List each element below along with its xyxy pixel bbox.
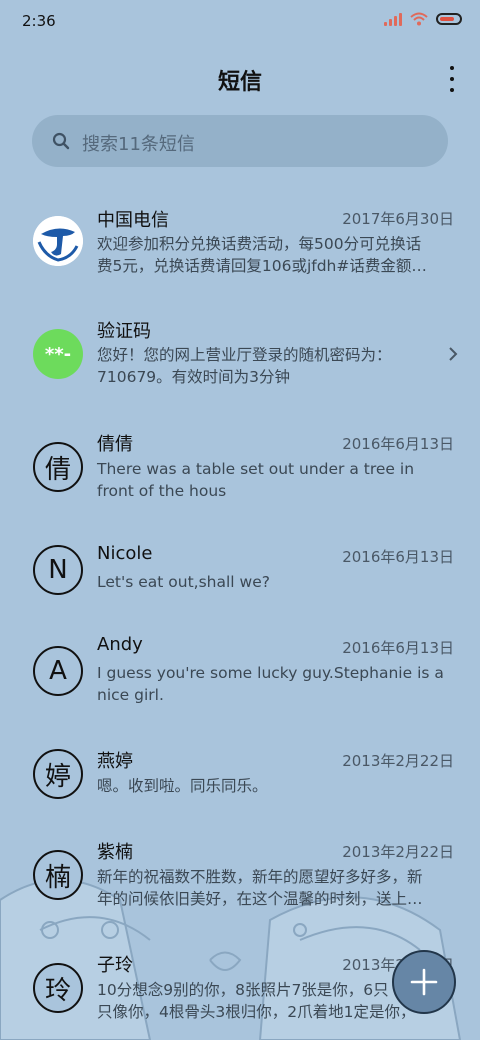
message-date: 2013年2月22日 bbox=[342, 752, 454, 770]
message-preview: I guess you're some lucky guy.Stephanie … bbox=[97, 662, 457, 706]
avatar bbox=[33, 216, 83, 266]
status-icons bbox=[384, 12, 462, 26]
more-vert-icon[interactable] bbox=[444, 66, 460, 92]
message-preview: 嗯。收到啦。同乐同乐。 bbox=[97, 775, 457, 797]
message-line: 您好！您的网上营业厅登录的随机密码为： bbox=[97, 346, 392, 364]
avatar: **- bbox=[33, 329, 83, 379]
message-date: 2017年6月30日 bbox=[342, 210, 454, 228]
contact-name: 倩倩 bbox=[97, 434, 133, 455]
message-line: I guess you're some lucky guy.Stephanie … bbox=[97, 664, 444, 682]
message-date: 2016年6月13日 bbox=[342, 639, 454, 657]
message-line: 欢迎参加积分兑换话费活动，每500分可兑换话 bbox=[97, 235, 422, 253]
contact-name: 燕婷 bbox=[97, 751, 133, 772]
new-message-button[interactable] bbox=[392, 950, 456, 1014]
search-placeholder: 搜索11条短信 bbox=[82, 134, 195, 155]
message-line: front of the hous bbox=[97, 482, 227, 500]
message-preview: 您好！您的网上营业厅登录的随机密码为： 710679。有效时间为3分钟 bbox=[97, 344, 457, 388]
contact-name: Nicole bbox=[97, 543, 153, 564]
list-item[interactable]: 倩 倩倩 2016年6月13日 There was a table set ou… bbox=[0, 422, 480, 522]
message-line: 710679。有效时间为3分钟 bbox=[97, 368, 291, 386]
telecom-logo-icon bbox=[33, 216, 83, 266]
contact-name: 中国电信 bbox=[97, 210, 169, 231]
page-title: 短信 bbox=[217, 70, 262, 95]
contact-name: 验证码 bbox=[97, 321, 151, 342]
avatar: 玲 bbox=[33, 963, 83, 1013]
message-line: 嗯。收到啦。同乐同乐。 bbox=[97, 777, 268, 795]
avatar-code-text: **- bbox=[44, 343, 72, 365]
signal-icon bbox=[384, 12, 402, 26]
avatar: 倩 bbox=[33, 442, 83, 492]
contact-name: 紫楠 bbox=[97, 842, 133, 863]
status-time: 2:36 bbox=[22, 12, 56, 30]
list-item[interactable]: 婷 燕婷 2013年2月22日 嗯。收到啦。同乐同乐。 bbox=[0, 739, 480, 819]
contact-name: Andy bbox=[97, 634, 143, 655]
status-bar: 2:36 bbox=[0, 0, 480, 44]
message-date: 2016年6月13日 bbox=[342, 435, 454, 453]
list-item[interactable]: A Andy 2016年6月13日 I guess you're some lu… bbox=[0, 626, 480, 726]
message-preview: 欢迎参加积分兑换话费活动，每500分可兑换话 费5元，兑换话费请回复106或jf… bbox=[97, 233, 457, 277]
message-date: 2013年2月22日 bbox=[342, 843, 454, 861]
message-line: nice girl. bbox=[97, 686, 164, 704]
plus-icon bbox=[410, 968, 438, 996]
title-bar: 短信 bbox=[0, 56, 480, 102]
message-line: 新年的祝福数不胜数，新年的愿望好多好多，新 bbox=[97, 868, 423, 886]
message-preview: Let's eat out,shall we? bbox=[97, 571, 457, 593]
message-preview: 新年的祝福数不胜数，新年的愿望好多好多，新 年的问候依旧美好，在这个温馨的时刻，… bbox=[97, 866, 457, 910]
message-line: There was a table set out under a tree i… bbox=[97, 460, 415, 478]
list-item[interactable]: 中国电信 2017年6月30日 欢迎参加积分兑换话费活动，每500分可兑换话 费… bbox=[0, 196, 480, 296]
search-input[interactable]: 搜索11条短信 bbox=[32, 115, 448, 167]
avatar: A bbox=[33, 646, 83, 696]
search-icon bbox=[52, 132, 70, 150]
battery-icon bbox=[436, 13, 462, 25]
avatar: 楠 bbox=[33, 850, 83, 900]
avatar: N bbox=[33, 545, 83, 595]
message-preview: There was a table set out under a tree i… bbox=[97, 458, 457, 502]
chevron-right-icon[interactable] bbox=[448, 346, 458, 362]
message-line: 年的问候依旧美好，在这个温馨的时刻，送上… bbox=[97, 890, 423, 908]
wifi-icon bbox=[410, 12, 428, 26]
message-line: 费5元，兑换话费请回复106或jfdh#话费金额… bbox=[97, 257, 427, 275]
contact-name: 子玲 bbox=[97, 955, 133, 976]
list-item[interactable]: N Nicole 2016年6月13日 Let's eat out,shall … bbox=[0, 535, 480, 615]
list-item[interactable]: **- 验证码 您好！您的网上营业厅登录的随机密码为： 710679。有效时间为… bbox=[0, 309, 480, 409]
message-date: 2016年6月13日 bbox=[342, 548, 454, 566]
avatar: 婷 bbox=[33, 749, 83, 799]
list-item[interactable]: 楠 紫楠 2013年2月22日 新年的祝福数不胜数，新年的愿望好多好多，新 年的… bbox=[0, 833, 480, 933]
message-line: Let's eat out,shall we? bbox=[97, 573, 270, 591]
